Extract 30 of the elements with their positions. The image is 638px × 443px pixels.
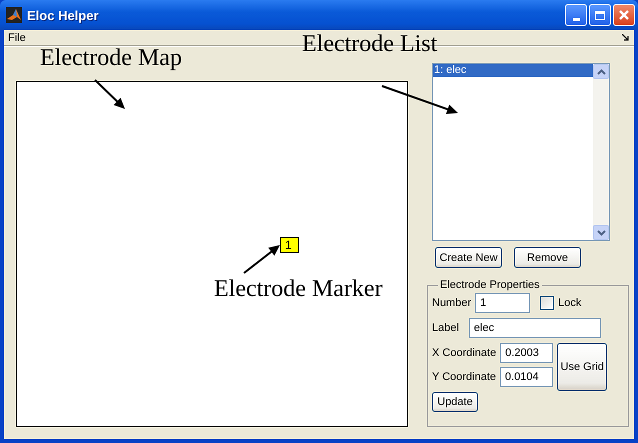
list-item[interactable]: 1: elec	[433, 64, 593, 77]
panel-title: Electrode Properties	[439, 279, 541, 291]
lock-checkbox[interactable]	[540, 296, 554, 310]
label-field[interactable]: elec	[468, 318, 601, 338]
y-coordinate-field[interactable]: 0.0104	[500, 367, 554, 387]
logo-icon	[6, 7, 22, 23]
close-icon	[618, 9, 630, 21]
annotation-text: Electrode Marker	[214, 277, 383, 301]
annotation-text: Electrode List	[302, 32, 438, 56]
menu-item[interactable]: File	[8, 32, 26, 44]
field-label: X Coordinate	[432, 347, 496, 359]
maximize-button[interactable]	[589, 4, 611, 26]
number-field[interactable]: 1	[475, 293, 530, 313]
annotation-text: Electrode Map	[40, 46, 182, 70]
annotation-arrow	[243, 245, 280, 274]
use-grid-button[interactable]: Use Grid	[557, 343, 608, 391]
list-button[interactable]: Create New	[435, 247, 502, 268]
x-coordinate-field[interactable]: 0.2003	[500, 343, 554, 363]
field-label: Label	[432, 322, 459, 334]
field-label: Y Coordinate	[432, 371, 496, 383]
minimize-button[interactable]	[565, 4, 587, 26]
update-button[interactable]: Update	[432, 392, 478, 412]
dock-icon[interactable]	[622, 34, 629, 41]
checkbox-label: Lock	[558, 297, 582, 309]
electrode-marker[interactable]: 1	[280, 237, 299, 253]
close-button[interactable]	[613, 4, 635, 26]
list-button[interactable]: Remove	[514, 247, 581, 268]
field-label: Number	[432, 297, 472, 309]
scroll-bar[interactable]	[593, 64, 609, 240]
window-title: Eloc Helper	[27, 8, 100, 22]
